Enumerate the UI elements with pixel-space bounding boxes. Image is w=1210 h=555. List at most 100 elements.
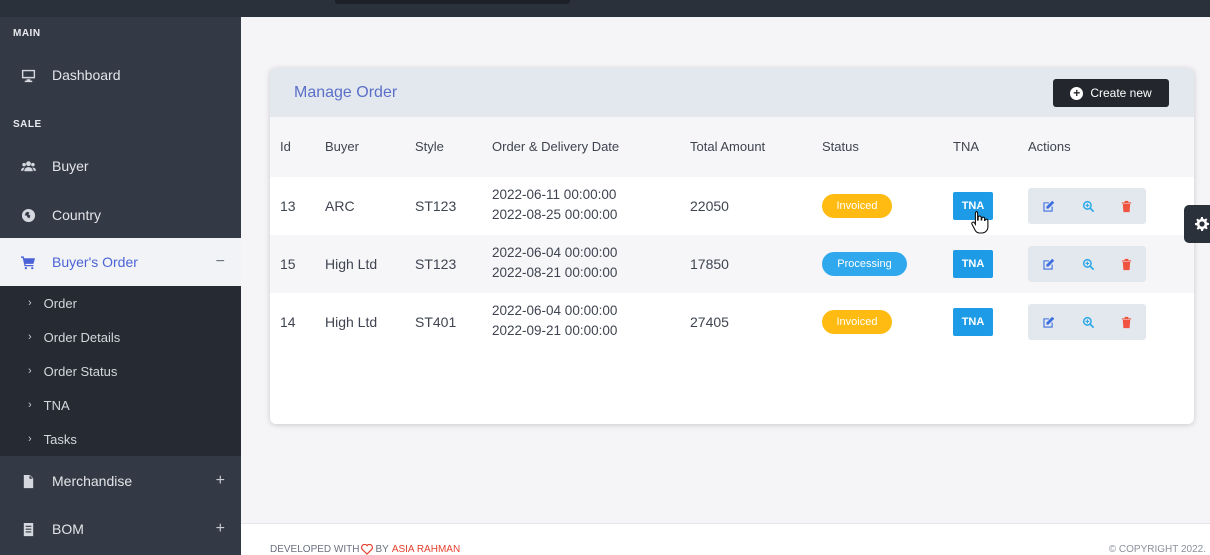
order-date: 2022-06-04 00:00:00 xyxy=(492,303,618,318)
column-header-status: Status xyxy=(822,139,859,154)
column-header-style: Style xyxy=(415,139,444,154)
submenu-item-label: Order Details xyxy=(43,329,121,345)
trash-icon[interactable] xyxy=(1108,188,1144,224)
edit-icon[interactable] xyxy=(1030,188,1066,224)
sidebar-item-label: Dashboard xyxy=(52,67,121,83)
topbar-search-stub[interactable] xyxy=(335,0,570,4)
status-badge: Invoiced xyxy=(822,310,892,334)
sidebar-item-bom[interactable]: BOM + xyxy=(0,505,241,553)
submenu-item-order-details[interactable]: › Order Details xyxy=(0,320,241,354)
status-badge: Invoiced xyxy=(822,194,892,218)
submenu-item-tasks[interactable]: › Tasks xyxy=(0,422,241,456)
cell-buyer: ARC xyxy=(325,198,355,214)
submenu-item-order-status[interactable]: › Order Status xyxy=(0,354,241,388)
chevron-right-icon: › xyxy=(28,331,32,343)
cell-style: ST123 xyxy=(415,256,457,272)
footer-credit: DEVELOPED WITH BY ASIA RAHMAN xyxy=(270,544,460,555)
sidebar: MAIN Dashboard SALE Buyer Country Buyer'… xyxy=(0,17,241,555)
tna-button[interactable]: TNA xyxy=(953,308,993,336)
sidebar-item-label: Merchandise xyxy=(52,473,133,489)
sidebar-item-label: Buyer's Order xyxy=(52,254,138,270)
cell-dates: 2022-06-11 00:00:00 2022-08-25 00:00:00 xyxy=(492,185,617,225)
tna-button[interactable]: TNA xyxy=(953,250,993,278)
column-header-actions: Actions xyxy=(1028,139,1071,154)
sidebar-item-buyer[interactable]: Buyer xyxy=(0,142,241,190)
sidebar-item-dashboard[interactable]: Dashboard xyxy=(0,51,241,99)
footer-copyright: © COPYRIGHT 2022. xyxy=(1108,544,1206,555)
delivery-date: 2022-08-25 00:00:00 xyxy=(492,207,618,222)
table-header: Id Buyer Style Order & Delivery Date Tot… xyxy=(270,117,1194,177)
row-actions xyxy=(1028,188,1146,224)
cell-id: 14 xyxy=(280,314,296,330)
footer: DEVELOPED WITH BY ASIA RAHMAN © COPYRIGH… xyxy=(241,523,1210,555)
trash-icon[interactable] xyxy=(1108,304,1144,340)
chevron-right-icon: › xyxy=(28,365,32,377)
create-new-button[interactable]: + Create new xyxy=(1053,79,1169,107)
settings-toggle[interactable] xyxy=(1184,205,1210,243)
file-icon xyxy=(18,471,38,491)
footer-author-link[interactable]: ASIA RAHMAN xyxy=(392,544,460,555)
page-title: Manage Order xyxy=(294,84,398,101)
row-actions xyxy=(1028,246,1146,282)
submenu-item-label: Order Status xyxy=(43,363,118,379)
footer-developed-with: DEVELOPED WITH xyxy=(270,544,360,555)
edit-icon[interactable] xyxy=(1030,304,1066,340)
submenu-item-tna[interactable]: › TNA xyxy=(0,388,241,422)
sidebar-item-buyers-order[interactable]: Buyer's Order − xyxy=(0,238,241,286)
table-row: 13 ARC ST123 2022-06-11 00:00:00 2022-08… xyxy=(270,177,1194,235)
table-row: 14 High Ltd ST401 2022-06-04 00:00:00 20… xyxy=(270,293,1194,351)
footer-by: BY xyxy=(375,544,389,555)
row-actions xyxy=(1028,304,1146,340)
collapse-icon[interactable]: − xyxy=(216,253,225,271)
create-new-label: Create new xyxy=(1090,86,1152,100)
shopping-cart-icon xyxy=(18,252,38,272)
column-header-id: Id xyxy=(280,139,291,154)
globe-icon xyxy=(18,205,38,225)
table-row: 15 High Ltd ST123 2022-06-04 00:00:00 20… xyxy=(270,235,1194,293)
delivery-date: 2022-09-21 00:00:00 xyxy=(492,323,618,338)
sidebar-item-merchandise[interactable]: Merchandise + xyxy=(0,457,241,505)
submenu-item-label: TNA xyxy=(43,397,70,413)
zoom-in-icon[interactable] xyxy=(1070,304,1106,340)
sidebar-section-main: MAIN xyxy=(13,28,41,39)
submenu-item-order[interactable]: › Order xyxy=(0,286,241,320)
submenu-item-label: Tasks xyxy=(43,431,77,447)
monitor-icon xyxy=(18,65,38,85)
chevron-right-icon: › xyxy=(28,297,32,309)
cell-dates: 2022-06-04 00:00:00 2022-09-21 00:00:00 xyxy=(492,301,617,341)
edit-icon[interactable] xyxy=(1030,246,1066,282)
users-icon xyxy=(18,156,38,176)
manage-order-card: Manage Order + Create new Id Buyer Style… xyxy=(270,68,1194,424)
zoom-in-icon[interactable] xyxy=(1070,246,1106,282)
sidebar-item-label: Buyer xyxy=(52,158,89,174)
sidebar-item-country[interactable]: Country xyxy=(0,191,241,239)
cell-buyer: High Ltd xyxy=(325,256,378,272)
plus-circle-icon: + xyxy=(1070,86,1084,100)
column-header-amount: Total Amount xyxy=(690,139,766,154)
heart-icon xyxy=(361,544,374,555)
submenu-item-label: Order xyxy=(43,295,77,311)
sidebar-item-label: Country xyxy=(52,207,102,223)
cell-style: ST123 xyxy=(415,198,457,214)
delivery-date: 2022-08-21 00:00:00 xyxy=(492,265,618,280)
cell-amount: 17850 xyxy=(690,256,729,272)
column-header-tna: TNA xyxy=(953,139,979,154)
trash-icon[interactable] xyxy=(1108,246,1144,282)
order-date: 2022-06-11 00:00:00 xyxy=(492,187,617,202)
cell-dates: 2022-06-04 00:00:00 2022-08-21 00:00:00 xyxy=(492,243,617,283)
cell-style: ST401 xyxy=(415,314,457,330)
cell-buyer: High Ltd xyxy=(325,314,378,330)
order-date: 2022-06-04 00:00:00 xyxy=(492,245,618,260)
document-list-icon xyxy=(18,519,38,539)
column-header-buyer: Buyer xyxy=(325,139,359,154)
sidebar-item-label: BOM xyxy=(52,521,84,537)
cell-id: 15 xyxy=(280,256,296,272)
cell-amount: 22050 xyxy=(690,198,729,214)
expand-icon[interactable]: + xyxy=(216,520,225,538)
expand-icon[interactable]: + xyxy=(216,472,225,490)
zoom-in-icon[interactable] xyxy=(1070,188,1106,224)
chevron-right-icon: › xyxy=(28,399,32,411)
buyers-order-submenu: › Order › Order Details › Order Status ›… xyxy=(0,286,241,456)
hand-cursor-icon xyxy=(971,210,989,234)
gear-icon xyxy=(1195,217,1209,231)
